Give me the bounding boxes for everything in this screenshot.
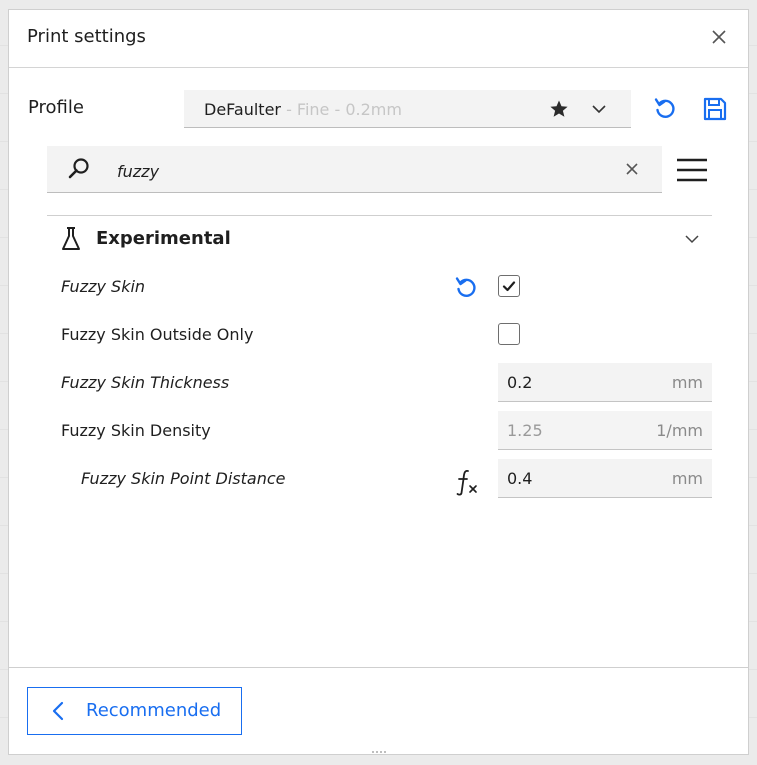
- close-icon[interactable]: [710, 28, 728, 46]
- chevron-left-icon: [52, 701, 64, 721]
- field-value: 1.25: [507, 421, 543, 440]
- panel-title: Print settings: [27, 26, 146, 47]
- recommended-button[interactable]: Recommended: [27, 687, 242, 735]
- category-title[interactable]: Experimental: [96, 228, 231, 249]
- field-unit: mm: [671, 469, 703, 488]
- function-icon[interactable]: [455, 467, 479, 497]
- chevron-down-icon[interactable]: [684, 231, 700, 247]
- profile-quality: - Fine - 0.2mm: [280, 100, 402, 119]
- fuzzy-skin-density-input[interactable]: 1.25 1/mm: [498, 411, 712, 450]
- setting-label-fuzzy-skin-outside-only: Fuzzy Skin Outside Only: [61, 325, 254, 344]
- check-icon: [502, 281, 516, 292]
- profile-label: Profile: [28, 97, 84, 118]
- reset-icon[interactable]: [652, 96, 678, 122]
- flask-icon: [62, 227, 80, 250]
- fuzzy-skin-thickness-input[interactable]: 0.2 mm: [498, 363, 712, 402]
- field-value: 0.4: [507, 469, 533, 488]
- star-icon[interactable]: [549, 99, 569, 119]
- footer-divider: [9, 667, 748, 668]
- setting-label-fuzzy-skin-point-distance: Fuzzy Skin Point Distance: [81, 469, 286, 488]
- field-unit: 1/mm: [656, 421, 703, 440]
- print-settings-panel: Print settings Profile DeFaulter - Fine …: [8, 9, 749, 755]
- panel-header: Print settings: [9, 10, 748, 68]
- profile-name: DeFaulter: [204, 100, 281, 119]
- fuzzy-skin-checkbox[interactable]: [498, 275, 520, 297]
- reset-icon[interactable]: [453, 275, 479, 301]
- resize-grip-icon[interactable]: [371, 750, 387, 754]
- field-value: 0.2: [507, 373, 533, 392]
- setting-label-fuzzy-skin-density: Fuzzy Skin Density: [61, 421, 211, 440]
- divider: [47, 215, 712, 216]
- profile-selected-value: DeFaulter - Fine - 0.2mm: [204, 100, 402, 119]
- search-input[interactable]: [115, 158, 599, 184]
- fuzzy-skin-outside-only-checkbox[interactable]: [498, 323, 520, 345]
- save-icon[interactable]: [702, 96, 728, 122]
- field-unit: mm: [671, 373, 703, 392]
- clear-search-icon[interactable]: [624, 161, 640, 177]
- setting-label-fuzzy-skin-thickness: Fuzzy Skin Thickness: [61, 373, 230, 392]
- setting-label-fuzzy-skin: Fuzzy Skin: [61, 277, 146, 296]
- profile-dropdown[interactable]: DeFaulter - Fine - 0.2mm: [184, 90, 631, 128]
- search-field[interactable]: [47, 146, 662, 193]
- chevron-down-icon: [592, 105, 606, 114]
- fuzzy-skin-point-distance-input[interactable]: 0.4 mm: [498, 459, 712, 498]
- menu-icon[interactable]: [676, 154, 708, 186]
- recommended-label: Recommended: [86, 700, 222, 721]
- search-icon: [68, 158, 89, 179]
